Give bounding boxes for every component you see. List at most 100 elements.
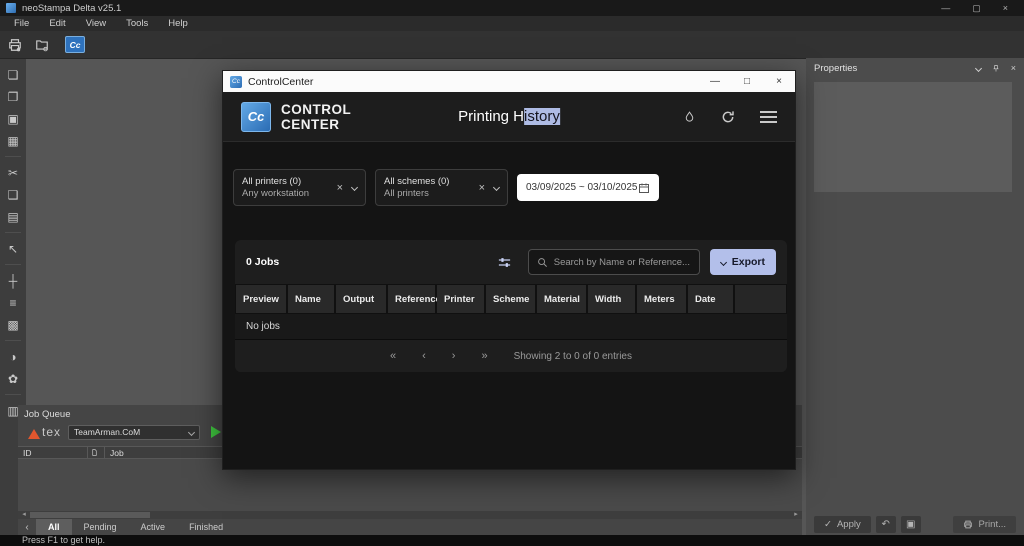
column-width[interactable]: Width bbox=[588, 285, 635, 313]
dock-button[interactable]: ▣ bbox=[901, 516, 921, 533]
image-gallery-icon[interactable]: ▦ bbox=[0, 132, 26, 149]
next-page-button[interactable]: › bbox=[452, 350, 456, 362]
column-meters[interactable]: Meters bbox=[637, 285, 686, 313]
apply-button[interactable]: ✓ Apply bbox=[814, 516, 871, 533]
color-palette-icon[interactable]: ✿ bbox=[0, 370, 26, 387]
apply-label: Apply bbox=[837, 519, 861, 530]
menu-tools[interactable]: Tools bbox=[116, 18, 158, 29]
page-title-prefix: Printing H bbox=[458, 108, 524, 125]
dialog-minimize-button[interactable]: — bbox=[699, 71, 731, 92]
clear-filter-icon[interactable]: × bbox=[337, 182, 343, 194]
column-id[interactable]: ID bbox=[18, 447, 88, 458]
place-image-icon[interactable]: ▣ bbox=[0, 110, 26, 127]
maximize-button[interactable]: ▢ bbox=[972, 3, 981, 14]
chevron-down-icon[interactable] bbox=[493, 184, 500, 191]
menu-edit[interactable]: Edit bbox=[39, 18, 75, 29]
schemes-filter-dropdown[interactable]: All schemes (0) All printers × bbox=[375, 169, 508, 206]
column-date[interactable]: Date bbox=[688, 285, 733, 313]
undo-button[interactable]: ↶ bbox=[876, 516, 896, 533]
tab-active[interactable]: Active bbox=[129, 519, 178, 535]
minimize-button[interactable]: — bbox=[941, 3, 950, 13]
dialog-close-button[interactable]: × bbox=[763, 71, 795, 92]
cut-icon[interactable]: ✂ bbox=[0, 164, 26, 181]
tab-scroll-left-icon[interactable]: ‹ bbox=[18, 519, 36, 535]
start-queue-button[interactable] bbox=[211, 426, 221, 438]
menubar: File Edit View Tools Help bbox=[0, 16, 1024, 31]
prev-page-button[interactable]: ‹ bbox=[422, 350, 426, 362]
column-name[interactable]: Name bbox=[288, 285, 334, 313]
open-hotfolder-button[interactable] bbox=[32, 36, 52, 54]
properties-header-icons: × bbox=[976, 63, 1016, 73]
jobs-card: 0 Jobs Export Preview bbox=[235, 240, 787, 372]
search-input[interactable] bbox=[554, 257, 691, 268]
printers-filter-dropdown[interactable]: All printers (0) Any workstation × bbox=[233, 169, 366, 206]
copy-icon[interactable]: ❑ bbox=[0, 186, 26, 203]
hamburger-menu-icon[interactable] bbox=[760, 111, 777, 123]
close-button[interactable]: × bbox=[1003, 3, 1008, 13]
refresh-icon[interactable] bbox=[720, 109, 736, 125]
scroll-right-icon[interactable]: ▸ bbox=[790, 511, 802, 519]
folder-gear-icon bbox=[34, 38, 50, 52]
controlcenter-brand: CONTROL CENTER bbox=[281, 102, 351, 132]
print-button[interactable]: Print... bbox=[953, 516, 1016, 533]
column-printer[interactable]: Printer bbox=[437, 285, 484, 313]
menu-file[interactable]: File bbox=[4, 18, 39, 29]
chevron-down-icon[interactable] bbox=[975, 64, 982, 71]
app-window: neoStampa Delta v25.1 — ▢ × File Edit Vi… bbox=[0, 0, 1024, 546]
rail-separator bbox=[5, 264, 21, 265]
job-queue-hscrollbar[interactable]: ◂ ▸ bbox=[18, 511, 802, 519]
date-range-picker[interactable]: 03/09/2025 ~ 03/10/2025 bbox=[517, 174, 659, 201]
controlcenter-toolbar-button[interactable]: Cc bbox=[65, 36, 85, 53]
properties-title: Properties bbox=[814, 63, 857, 74]
print-setup-button[interactable] bbox=[5, 36, 25, 54]
column-output[interactable]: Output bbox=[336, 285, 386, 313]
dialog-maximize-button[interactable]: □ bbox=[731, 71, 763, 92]
first-page-button[interactable]: « bbox=[390, 350, 396, 362]
status-text: Press F1 to get help. bbox=[22, 535, 105, 545]
new-file-icon[interactable]: ❏ bbox=[0, 66, 26, 83]
export-button[interactable]: Export bbox=[710, 249, 776, 275]
chevron-down-icon bbox=[720, 258, 727, 265]
column-scheme[interactable]: Scheme bbox=[486, 285, 535, 313]
menu-help[interactable]: Help bbox=[158, 18, 198, 29]
pin-icon[interactable] bbox=[992, 64, 1000, 73]
rail-separator bbox=[5, 156, 21, 157]
brand-line2: CENTER bbox=[281, 117, 351, 132]
close-panel-icon[interactable]: × bbox=[1011, 63, 1016, 73]
tab-all[interactable]: All bbox=[36, 519, 72, 535]
job-queue-tabs: ‹ All Pending Active Finished bbox=[18, 519, 802, 535]
column-reference[interactable]: Reference bbox=[388, 285, 435, 313]
scroll-left-icon[interactable]: ◂ bbox=[18, 511, 30, 519]
brand-line1: CONTROL bbox=[281, 102, 351, 117]
tab-finished[interactable]: Finished bbox=[177, 519, 235, 535]
ink-droplet-icon[interactable] bbox=[683, 109, 696, 125]
last-page-button[interactable]: » bbox=[481, 350, 487, 362]
pagination: « ‹ › » Showing 2 to 0 of 0 entries bbox=[235, 339, 787, 372]
column-doc[interactable] bbox=[88, 447, 105, 458]
undo-icon: ↶ bbox=[882, 519, 890, 530]
open-file-icon[interactable]: ❐ bbox=[0, 88, 26, 105]
select-cursor-icon[interactable]: ↖ bbox=[0, 240, 26, 257]
crop-icon[interactable]: ┼ bbox=[0, 272, 26, 289]
clear-filter-icon[interactable]: × bbox=[479, 182, 485, 194]
column-settings-button[interactable] bbox=[496, 255, 513, 270]
column-material[interactable]: Material bbox=[537, 285, 586, 313]
scrollbar-thumb[interactable] bbox=[30, 512, 150, 518]
column-preview[interactable]: Preview bbox=[236, 285, 286, 313]
queue-select[interactable]: TeamArman.CoM bbox=[68, 425, 200, 440]
controlcenter-titlebar: Cc ControlCenter — □ × bbox=[223, 71, 795, 92]
filters-row: All printers (0) Any workstation × All s… bbox=[223, 142, 795, 206]
calendar-icon bbox=[638, 182, 650, 194]
list-view-icon[interactable]: ≡ bbox=[0, 294, 26, 311]
job-queue-title: Job Queue bbox=[24, 409, 70, 420]
chevron-down-icon bbox=[188, 428, 195, 435]
app-titlebar: neoStampa Delta v25.1 — ▢ × bbox=[0, 0, 1024, 16]
contrast-icon[interactable]: ◑ bbox=[0, 348, 26, 365]
tab-pending[interactable]: Pending bbox=[72, 519, 129, 535]
chevron-down-icon[interactable] bbox=[351, 184, 358, 191]
printer-gear-icon bbox=[7, 38, 23, 52]
grid-view-icon[interactable]: ▩ bbox=[0, 316, 26, 333]
app-logo-icon bbox=[6, 3, 16, 13]
paste-icon[interactable]: ▤ bbox=[0, 208, 26, 225]
menu-view[interactable]: View bbox=[76, 18, 116, 29]
